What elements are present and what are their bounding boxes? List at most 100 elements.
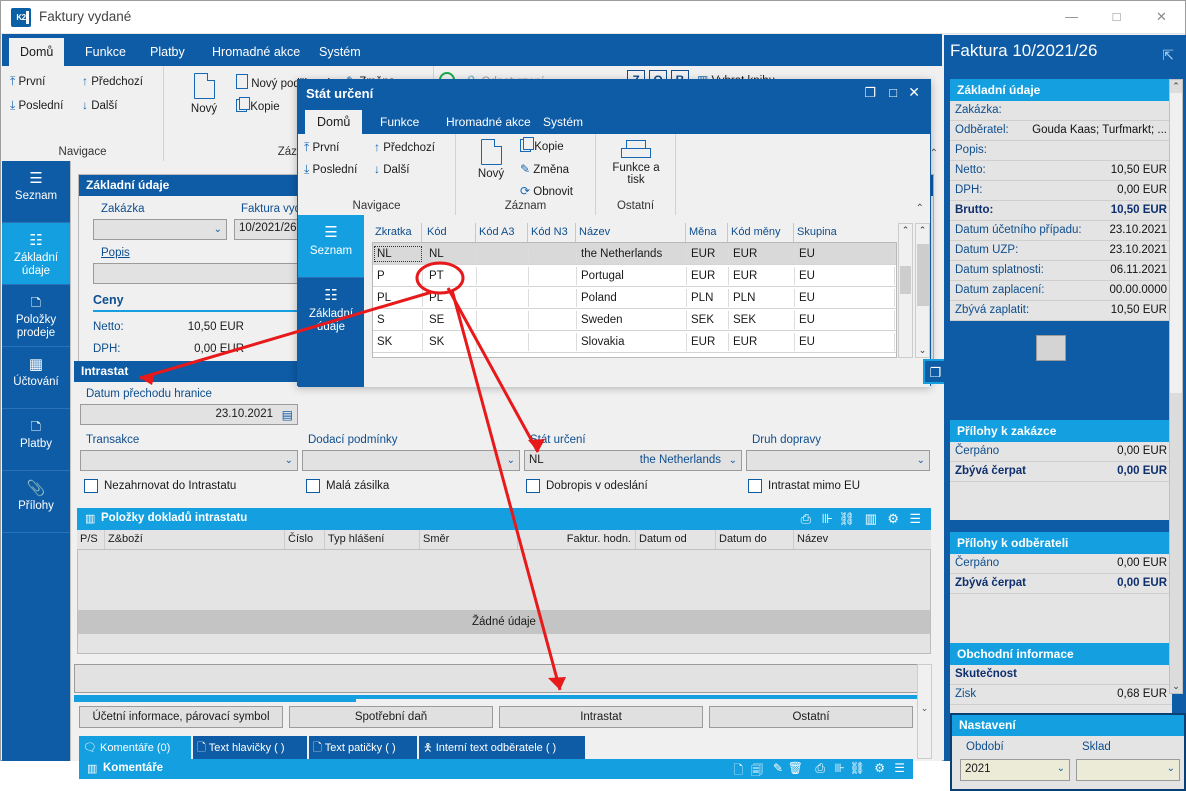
print-icon[interactable]: ⎙	[815, 761, 825, 776]
button-ostatni[interactable]: Ostatní	[709, 706, 913, 728]
dialog-btn-posledni[interactable]: ⤓ Poslední	[304, 162, 357, 177]
scroll-down-arrow-icon[interactable]: ⌄	[1170, 680, 1182, 693]
grid-col-smer[interactable]: Směr	[420, 530, 518, 549]
table-col-nazev[interactable]: Název	[576, 223, 686, 242]
rp-section-header-zakladni[interactable]: Základní údaje	[950, 79, 1172, 101]
edit-icon[interactable]: ✎	[773, 761, 783, 775]
rp-section-header-prilohy-odberateli[interactable]: Přílohy k odběrateli	[950, 532, 1172, 554]
rp-settings-header[interactable]: Nastavení	[952, 715, 1184, 736]
rail-item-platby[interactable]: 🗅 Platby	[2, 409, 70, 471]
button-spotrebni-dan[interactable]: Spotřební daň	[289, 706, 493, 728]
table-col-kod-meny[interactable]: Kód měny	[728, 223, 794, 242]
dialog-maximize-button[interactable]: □	[889, 85, 897, 100]
rp-color-swatch[interactable]	[1036, 335, 1066, 361]
dialog-btn-predchozi[interactable]: ↑ Předchozí	[374, 140, 435, 154]
menu-icon[interactable]: ☰	[909, 511, 921, 527]
print-icon[interactable]: ⎙	[801, 511, 811, 527]
rp-section-header-prilohy-zakazce[interactable]: Přílohy k zakázce	[950, 420, 1172, 442]
ribbon-tab-platby[interactable]: Platby	[139, 39, 196, 66]
table-col-mena[interactable]: Měna	[686, 223, 728, 242]
table-col-skupina[interactable]: Skupina	[794, 223, 894, 242]
checkbox-nezahrnovat[interactable]	[84, 479, 98, 493]
rail-item-zakladni-udaje[interactable]: ☷ Základní údaje	[2, 223, 70, 285]
ribbon-btn-dalsi[interactable]: ↓ Další	[82, 98, 117, 112]
dialog-btn-prvni[interactable]: ⤒ První	[304, 140, 339, 155]
delete-icon[interactable]: 🗑	[788, 761, 803, 775]
dialog-table-scrollbar-outer[interactable]: ⌃ ⌄	[915, 223, 930, 358]
doc-scrollbar[interactable]: ⌄	[917, 664, 932, 759]
ribbon-tab-funkce[interactable]: Funkce	[74, 39, 137, 66]
obdobi-input[interactable]: 2021 ⌄	[960, 759, 1070, 781]
rail-item-seznam[interactable]: ☰ Seznam	[2, 161, 70, 223]
chart-icon[interactable]: ⊪	[822, 511, 833, 527]
popout-icon[interactable]: ⇱	[1162, 47, 1174, 64]
table-col-kod[interactable]: Kód	[424, 223, 476, 242]
share-icon[interactable]: ⛓	[850, 761, 865, 775]
dialog-tab-system[interactable]: Systém	[533, 110, 593, 134]
sklad-input[interactable]: ⌄	[1076, 759, 1180, 781]
rail-item-uctovani[interactable]: ▦ Účtování	[2, 347, 70, 409]
dialog-tab-funkce[interactable]: Funkce	[370, 110, 429, 134]
ribbon-btn-predchozi[interactable]: ↑ Předchozí	[82, 74, 143, 88]
tab-text-paticky[interactable]: 🗋 Text patičky ( )	[309, 736, 417, 760]
table-row[interactable]: NL NL the Netherlands EUR EUR EU	[373, 243, 896, 265]
table-row[interactable]: PL PL Poland PLN PLN EU	[373, 287, 896, 309]
rail-item-polozky-prodeje[interactable]: 🗅 Položky prodeje	[2, 285, 70, 347]
dialog-tab-domu[interactable]: Domů	[305, 110, 363, 134]
dialog-ribbon-collapse-icon[interactable]: ⌃	[916, 203, 924, 214]
ribbon-tab-system[interactable]: Systém	[308, 39, 372, 66]
table-col-kod-n3[interactable]: Kód N3	[528, 223, 576, 242]
calendar-icon[interactable]: ▤	[282, 408, 293, 422]
scroll-up-arrow-icon[interactable]: ⌃	[899, 224, 912, 237]
grid-col-typ-hlaseni[interactable]: Typ hlášení	[325, 530, 420, 549]
dialog-btn-zmena[interactable]: ✎ Změna	[520, 162, 569, 176]
ribbon-tab-domu[interactable]: Domů	[9, 38, 65, 66]
close-button[interactable]: ✕	[1139, 1, 1184, 33]
dialog-btn-novy[interactable]: Nový	[466, 139, 516, 180]
table-col-kod-a3[interactable]: Kód A3	[476, 223, 528, 242]
scroll-down-arrow-icon[interactable]: ⌄	[916, 344, 929, 357]
grid-col-ps[interactable]: P/S	[77, 530, 105, 549]
dialog-btn-kopie[interactable]: Kopie	[520, 137, 564, 153]
tab-komentare[interactable]: 🗨 Komentáře (0)	[79, 736, 191, 760]
rp-scrollbar[interactable]: ⌃ ⌄	[1169, 79, 1183, 694]
table-row[interactable]: S SE Sweden SEK SEK EU	[373, 309, 896, 331]
dialog-restore-button[interactable]: ❐	[864, 85, 876, 101]
dialog-rail-seznam[interactable]: ☰ Seznam	[298, 215, 364, 277]
scroll-up-arrow-icon[interactable]: ⌃	[1170, 80, 1182, 93]
druh-dopravy-input[interactable]: ⌄	[746, 450, 930, 471]
grid-col-nazev[interactable]: Název	[794, 530, 931, 549]
table-col-zkratka[interactable]: Zkratka	[372, 223, 422, 242]
dialog-btn-obnovit[interactable]: ⟳ Obnovit	[520, 184, 573, 198]
ribbon-tab-hromadne-akce[interactable]: Hromadné akce	[201, 39, 311, 66]
dialog-tab-hromadne-akce[interactable]: Hromadné akce	[436, 110, 541, 134]
button-ucetni-informace[interactable]: Účetní informace, párovací symbol	[79, 706, 283, 728]
gear-icon[interactable]: ⚙	[887, 511, 899, 527]
button-intrastat[interactable]: Intrastat	[499, 706, 703, 728]
checkbox-dobropis[interactable]	[526, 479, 540, 493]
ribbon-btn-prvni[interactable]: ⤒ První	[10, 74, 45, 89]
dialog-rail-zakladni-udaje[interactable]: ☷ Základní údaje	[298, 277, 364, 341]
rp-section-header-obchodni[interactable]: Obchodní informace	[950, 643, 1172, 665]
dialog-btn-funkce-a-tisk[interactable]: Funkce a tisk	[604, 138, 668, 186]
scroll-thumb[interactable]	[917, 244, 929, 306]
ribbon-btn-novy[interactable]: Nový	[176, 73, 232, 115]
maximize-button[interactable]: □	[1094, 1, 1139, 33]
datum-prechodu-input[interactable]: 23.10.2021 ▤	[80, 404, 298, 425]
tab-interni-text[interactable]: 🯅 Interní text odběratele ( )	[419, 736, 585, 760]
scroll-down-arrow-icon[interactable]: ⌄	[918, 701, 931, 715]
scroll-thumb[interactable]	[1170, 93, 1182, 393]
dialog-btn-dalsi[interactable]: ↓ Další	[374, 162, 409, 176]
checkbox-mala-zasilka[interactable]	[306, 479, 320, 493]
copy-icon[interactable]: 🗐	[751, 761, 763, 782]
new-icon[interactable]: 🗋	[733, 761, 743, 782]
rail-item-prilohy[interactable]: 📎 Přílohy	[2, 471, 70, 533]
grid-col-datum-do[interactable]: Datum do	[716, 530, 794, 549]
grid-col-faktur-hodn[interactable]: Faktur. hodn.	[518, 530, 636, 549]
ribbon-btn-posledni[interactable]: ⤓ Poslední	[10, 98, 63, 113]
dialog-table-scrollbar-inner[interactable]: ⌃	[898, 223, 913, 358]
minimize-button[interactable]: —	[1049, 1, 1094, 33]
grid-col-cislo[interactable]: Číslo	[285, 530, 325, 549]
columns-icon[interactable]: ▥	[865, 511, 877, 527]
ribbon-btn-kopie[interactable]: Kopie	[236, 97, 280, 113]
